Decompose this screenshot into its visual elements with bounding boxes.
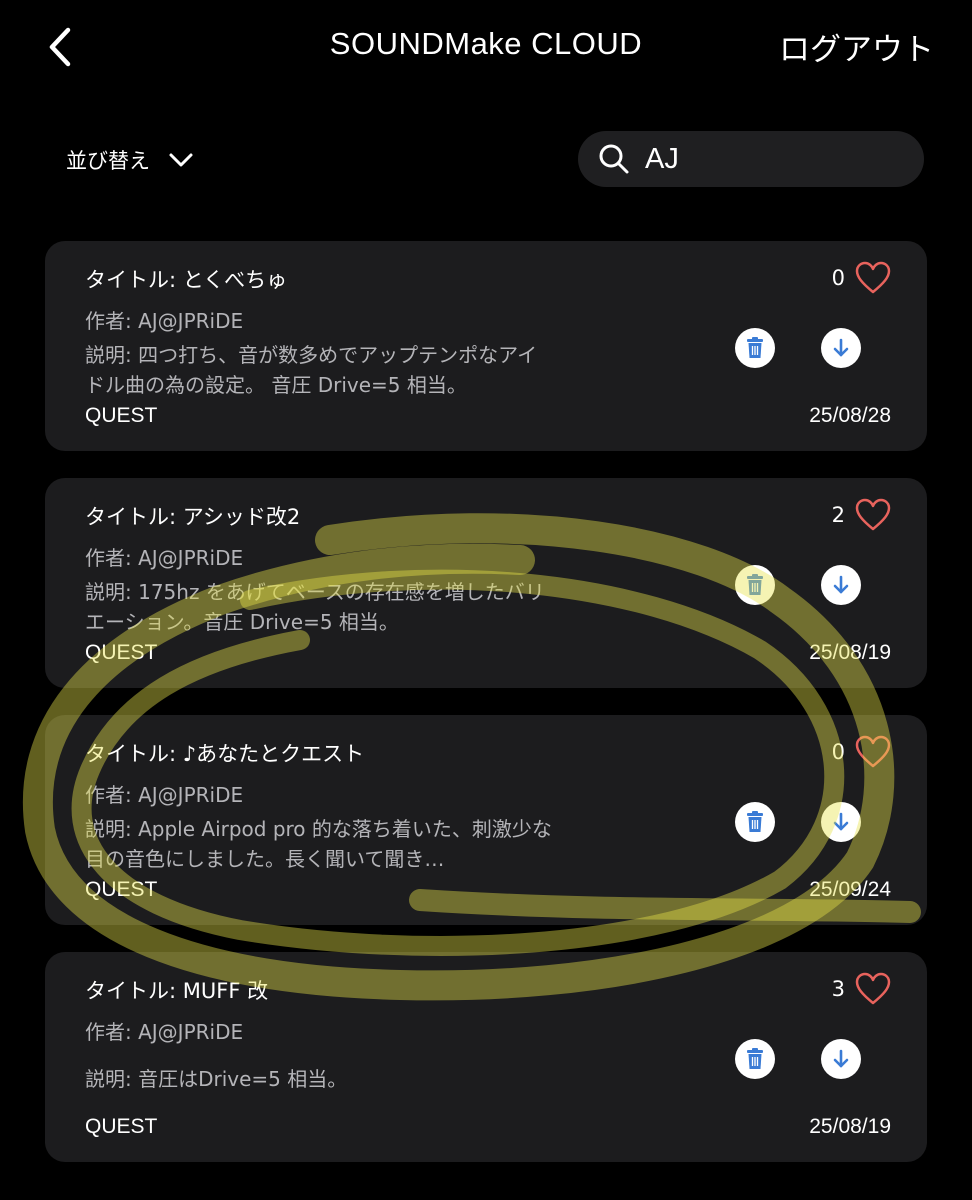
like-count: 0	[831, 266, 845, 290]
card-platform: QUEST	[85, 641, 158, 664]
preset-card[interactable]: タイトル: ♪あなたとクエスト 作者: AJ@JPRiDE 説明: Apple …	[45, 715, 927, 925]
delete-button[interactable]	[735, 328, 775, 368]
card-platform: QUEST	[85, 404, 158, 427]
delete-button[interactable]	[735, 1039, 775, 1079]
delete-button[interactable]	[735, 802, 775, 842]
card-title: タイトル: アシッド改2	[85, 505, 301, 529]
card-title: タイトル: MUFF 改	[85, 979, 269, 1003]
search-box[interactable]	[578, 131, 924, 187]
card-date: 25/08/19	[809, 641, 891, 664]
card-description: 説明: Apple Airpod pro 的な落ち着いた、刺激少な目の音色にしま…	[85, 817, 552, 871]
trash-icon	[747, 337, 763, 358]
card-description: 説明: 四つ打ち、音が数多めでアップテンポなアイドル曲の為の設定。 音圧 Dri…	[85, 343, 538, 397]
like-count: 0	[831, 740, 845, 764]
arrow-down-icon	[830, 337, 852, 359]
card-platform: QUEST	[85, 1115, 158, 1138]
trash-icon	[747, 574, 763, 595]
search-icon	[599, 144, 629, 174]
download-button[interactable]	[821, 328, 861, 368]
preset-card[interactable]: タイトル: とくべちゅ 作者: AJ@JPRiDE 説明: 四つ打ち、音が数多め…	[45, 241, 927, 451]
card-title: タイトル: とくべちゅ	[85, 268, 288, 292]
arrow-down-icon	[830, 1048, 852, 1070]
card-date: 25/08/28	[809, 404, 891, 427]
card-date: 25/08/19	[809, 1115, 891, 1138]
card-description: 説明: 175hz をあげてベースの存在感を増したバリエーション。音圧 Driv…	[85, 580, 545, 634]
preset-card[interactable]: タイトル: アシッド改2 作者: AJ@JPRiDE 説明: 175hz をあげ…	[45, 478, 927, 688]
download-button[interactable]	[821, 565, 861, 605]
trash-icon	[747, 1048, 763, 1069]
card-author: 作者: AJ@JPRiDE	[85, 309, 244, 333]
card-author: 作者: AJ@JPRiDE	[85, 546, 244, 570]
card-description: 説明: 音圧はDrive=5 相当。	[85, 1067, 348, 1091]
arrow-down-icon	[830, 811, 852, 833]
arrow-down-icon	[830, 574, 852, 596]
delete-button[interactable]	[735, 565, 775, 605]
sort-label: 並び替え	[66, 149, 150, 173]
download-button[interactable]	[821, 1039, 861, 1079]
card-title: タイトル: ♪あなたとクエスト	[85, 742, 365, 766]
download-button[interactable]	[821, 802, 861, 842]
card-platform: QUEST	[85, 878, 158, 901]
heart-icon[interactable]	[855, 498, 891, 532]
like-count: 3	[831, 977, 845, 1001]
like-count: 2	[831, 503, 845, 527]
toolbar: 並び替え	[0, 128, 972, 192]
sort-dropdown[interactable]: 並び替え	[66, 142, 194, 178]
chevron-down-icon	[169, 153, 193, 167]
heart-icon[interactable]	[855, 972, 891, 1006]
trash-icon	[747, 811, 763, 832]
top-bar: SOUNDMake CLOUD ログアウト	[0, 0, 972, 100]
card-author: 作者: AJ@JPRiDE	[85, 1020, 244, 1044]
heart-icon[interactable]	[855, 735, 891, 769]
card-date: 25/09/24	[809, 878, 891, 901]
logout-button[interactable]: ログアウト	[779, 24, 934, 69]
search-input[interactable]	[645, 142, 895, 176]
heart-icon[interactable]	[855, 261, 891, 295]
card-author: 作者: AJ@JPRiDE	[85, 783, 244, 807]
preset-card[interactable]: タイトル: MUFF 改 作者: AJ@JPRiDE 説明: 音圧はDrive=…	[45, 952, 927, 1162]
